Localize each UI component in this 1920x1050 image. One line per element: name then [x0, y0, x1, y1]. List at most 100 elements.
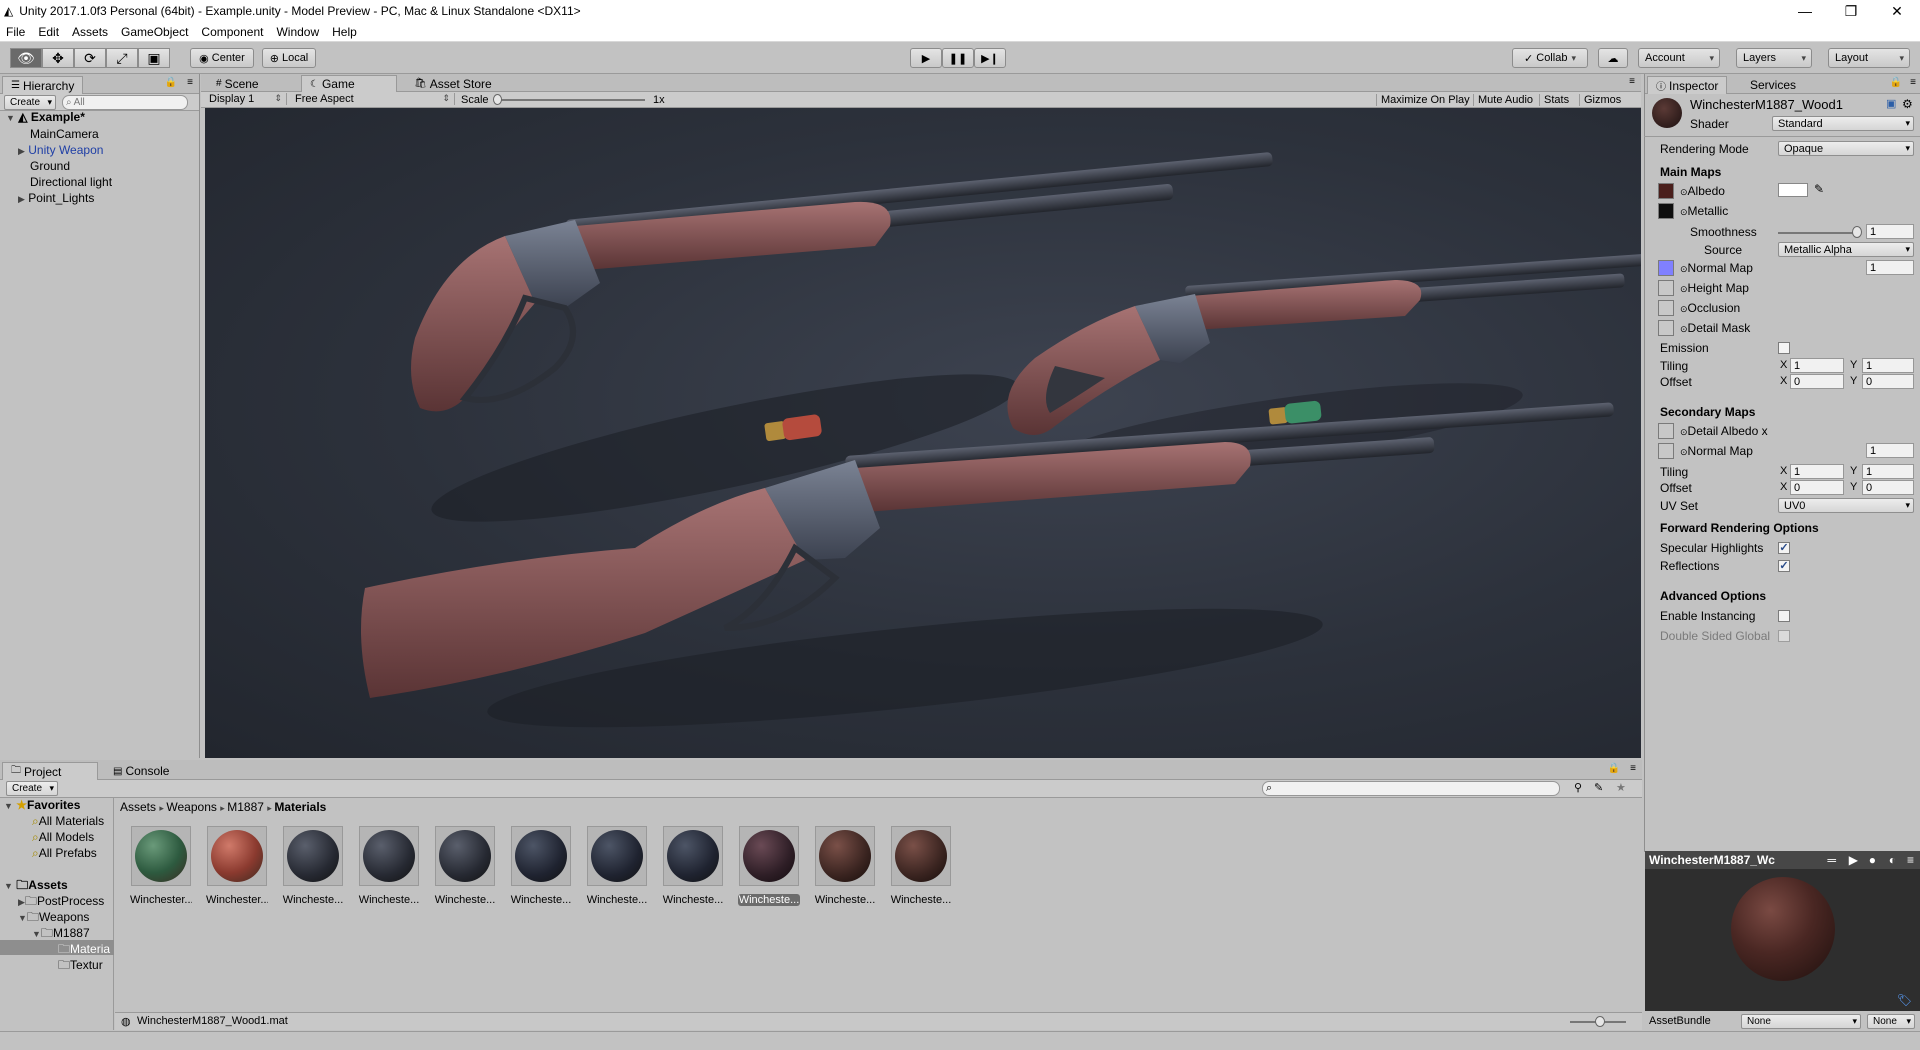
account-dropdown[interactable]: Account ▾ [1638, 48, 1720, 68]
favorite-star-icon[interactable]: ★ [1616, 781, 1626, 794]
search-by-label-icon[interactable]: ✎ [1594, 781, 1603, 794]
preview-light-icon[interactable]: ◐ [1889, 853, 1896, 867]
normal-scale-field[interactable]: 1 [1866, 260, 1914, 275]
material-item-selected[interactable]: Wincheste... [738, 826, 800, 906]
move-tool-icon[interactable]: ✥ [42, 48, 74, 68]
display-dropdown[interactable]: Display 1 ⇕ [209, 93, 287, 105]
material-item[interactable]: Wincheste... [358, 826, 420, 906]
maximize-button[interactable]: ❐ [1828, 0, 1874, 22]
source-dropdown[interactable]: Metallic Alpha [1778, 242, 1914, 257]
rect-tool-icon[interactable]: ▣ [138, 48, 170, 68]
fav-all-prefabs[interactable]: ⌕All Prefabs [32, 846, 97, 861]
tiling2-y-field[interactable]: 1 [1862, 464, 1914, 479]
lock-icon[interactable]: 🔒 [165, 77, 177, 88]
albedo-texture-slot[interactable] [1658, 183, 1674, 199]
fav-all-materials[interactable]: ⌕All Materials [32, 814, 104, 829]
mute-audio-toggle[interactable]: Mute Audio [1473, 94, 1533, 106]
scale-slider-thumb[interactable] [493, 94, 502, 105]
material-item[interactable]: Wincheste... [662, 826, 724, 906]
material-item[interactable]: Winchester... [206, 826, 268, 906]
hierarchy-item-ground[interactable]: Ground [30, 159, 70, 173]
menu-edit[interactable]: Edit [38, 25, 59, 39]
aspect-dropdown[interactable]: Free Aspect ⇕ [295, 93, 455, 105]
menu-file[interactable]: File [6, 25, 25, 39]
specular-highlights-checkbox[interactable]: ✓ [1778, 542, 1790, 554]
enable-instancing-checkbox[interactable] [1778, 610, 1790, 622]
view-tool-icon[interactable]: 👁 [10, 48, 42, 68]
scene-root[interactable]: ▼ ◭ Example* [6, 110, 85, 124]
help-icon[interactable]: ▣ [1886, 97, 1896, 110]
collab-button[interactable]: ✓ Collab ▾ [1512, 48, 1588, 68]
panel-menu-icon[interactable]: ≡ [1910, 77, 1916, 88]
height-map-texture-slot[interactable] [1658, 280, 1674, 296]
material-item[interactable]: Wincheste... [510, 826, 572, 906]
favorites-node[interactable]: ▼ ★Favorites [4, 798, 80, 812]
layers-dropdown[interactable]: Layers ▾ [1736, 48, 1812, 68]
rotate-tool-icon[interactable]: ⟳ [74, 48, 106, 68]
scale-tool-icon[interactable]: ⤢ [106, 48, 138, 68]
offset-y-field[interactable]: 0 [1862, 374, 1914, 389]
preview-play-icon[interactable]: ▶ [1849, 853, 1858, 867]
material-item[interactable]: Wincheste... [586, 826, 648, 906]
material-item[interactable]: Wincheste... [434, 826, 496, 906]
breadcrumb-weapons[interactable]: Weapons [166, 800, 216, 814]
tag-icon[interactable]: 🏷 [1897, 993, 1912, 1007]
secondary-normal-texture-slot[interactable] [1658, 443, 1674, 459]
assetbundle-variant-dropdown[interactable]: None [1867, 1014, 1915, 1029]
menu-window[interactable]: Window [276, 25, 319, 39]
panel-menu-icon[interactable]: ≡ [187, 77, 193, 88]
smoothness-slider[interactable] [1778, 232, 1858, 234]
tab-game[interactable]: ☾ Game [301, 75, 397, 92]
uv-set-dropdown[interactable]: UV0 [1778, 498, 1914, 513]
material-item[interactable]: Wincheste... [814, 826, 876, 906]
rendering-mode-dropdown[interactable]: Opaque [1778, 141, 1914, 156]
shader-dropdown[interactable]: Standard [1772, 116, 1914, 131]
tiling2-x-field[interactable]: 1 [1790, 464, 1844, 479]
smoothness-slider-thumb[interactable] [1852, 226, 1862, 238]
tab-scene[interactable]: # Scene [207, 75, 268, 92]
tab-inspector[interactable]: ⓘ Inspector [1647, 76, 1728, 94]
breadcrumb-assets[interactable]: Assets [120, 800, 156, 814]
offset2-x-field[interactable]: 0 [1790, 480, 1844, 495]
detail-mask-texture-slot[interactable] [1658, 320, 1674, 336]
search-by-type-icon[interactable]: ⚲ [1574, 781, 1582, 794]
hierarchy-item-unity-weapon[interactable]: ▶ Unity Weapon [18, 143, 103, 157]
drag-handle-icon[interactable]: ═ [1827, 853, 1836, 867]
hierarchy-create-dropdown[interactable]: Create [4, 95, 56, 110]
tab-console[interactable]: ▤ Console [104, 762, 178, 780]
gear-icon[interactable]: ⚙ [1902, 97, 1913, 111]
play-button[interactable]: ▶ [910, 48, 942, 68]
lock-icon[interactable]: 🔒 [1890, 77, 1902, 88]
minimize-button[interactable]: — [1782, 0, 1828, 22]
menu-component[interactable]: Component [201, 25, 263, 39]
lock-icon[interactable]: 🔒 [1608, 763, 1620, 774]
preview-sphere-icon[interactable]: ● [1869, 853, 1876, 867]
material-item[interactable]: Winchester... [130, 826, 192, 906]
project-search-input[interactable]: ⌕ [1262, 781, 1560, 796]
emission-checkbox[interactable] [1778, 342, 1790, 354]
occlusion-texture-slot[interactable] [1658, 300, 1674, 316]
hierarchy-item-maincamera[interactable]: MainCamera [30, 127, 99, 141]
assetbundle-name-dropdown[interactable]: None [1741, 1014, 1861, 1029]
tiling-x-field[interactable]: 1 [1790, 358, 1844, 373]
secondary-normal-scale-field[interactable]: 1 [1866, 443, 1914, 458]
detail-albedo-texture-slot[interactable] [1658, 423, 1674, 439]
breadcrumb-m1887[interactable]: M1887 [227, 800, 264, 814]
gizmos-dropdown[interactable]: Gizmos [1579, 94, 1621, 106]
menu-help[interactable]: Help [332, 25, 357, 39]
breadcrumb-materials[interactable]: Materials [274, 800, 326, 814]
game-viewport[interactable] [205, 108, 1641, 758]
hierarchy-item-point-lights[interactable]: ▶ Point_Lights [18, 191, 94, 205]
close-button[interactable]: ✕ [1874, 0, 1920, 22]
albedo-color-field[interactable] [1778, 183, 1808, 197]
material-item[interactable]: Wincheste... [890, 826, 952, 906]
tab-asset-store[interactable]: 🛍 Asset Store [405, 75, 501, 92]
project-create-dropdown[interactable]: Create [6, 781, 58, 796]
panel-menu-icon[interactable]: ≡ [1630, 763, 1636, 774]
menu-gameobject[interactable]: GameObject [121, 25, 188, 39]
menu-assets[interactable]: Assets [72, 25, 108, 39]
tab-services[interactable]: Services [1741, 76, 1805, 94]
panel-menu-icon[interactable]: ≡ [1629, 76, 1635, 87]
material-preview[interactable]: 🏷 [1645, 869, 1920, 1011]
preview-menu-icon[interactable]: ≡ [1907, 853, 1914, 867]
